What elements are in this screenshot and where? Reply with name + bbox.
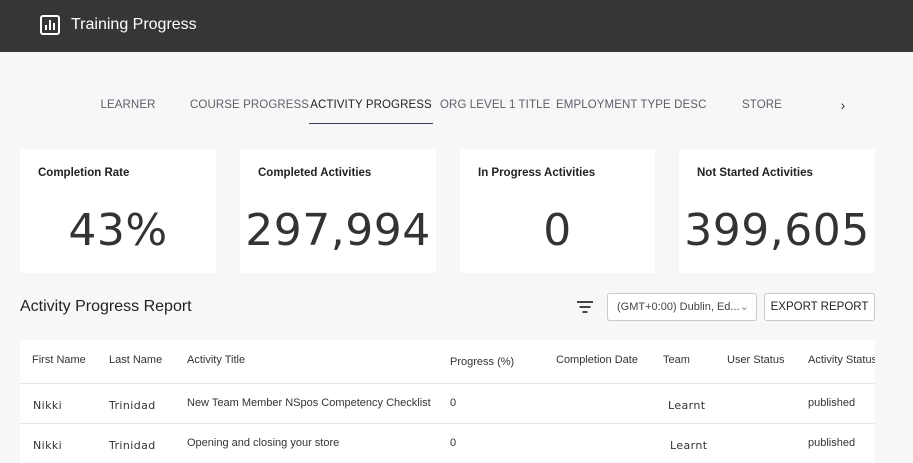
cell-activity-title: New Team Member NSpos Competency Checkli… xyxy=(187,397,431,409)
chevron-down-icon: ⌄ xyxy=(739,301,749,313)
column-header-team[interactable]: Team xyxy=(663,354,690,366)
column-header-user-status[interactable]: User Status xyxy=(727,354,784,366)
cell-activity-status: published xyxy=(808,437,856,449)
cell-activity-title: Opening and closing your store xyxy=(187,437,340,449)
cell-last-name: Trinidad xyxy=(109,439,156,452)
tab-learner[interactable]: LEARNER xyxy=(93,86,163,124)
stat-title: Completion Rate xyxy=(38,167,130,179)
stat-title: Not Started Activities xyxy=(697,167,813,179)
tab-course-progress[interactable]: COURSE PROGRESS xyxy=(190,86,309,124)
cell-team: Learnt xyxy=(668,399,706,412)
tab-bar: LEARNER COURSE PROGRESS ACTIVITY PROGRES… xyxy=(0,86,913,126)
column-header-completion-date[interactable]: Completion Date xyxy=(556,354,638,366)
tab-org-level-1-title[interactable]: ORG LEVEL 1 TITLE xyxy=(440,86,550,124)
filter-icon[interactable] xyxy=(576,300,594,314)
tab-activity-progress[interactable]: ACTIVITY PROGRESS xyxy=(309,86,433,124)
timezone-select[interactable]: (GMT+0:00) Dublin, Ed... ⌄ xyxy=(607,293,757,321)
stat-value: 0 xyxy=(543,205,572,256)
tab-employment-type-desc[interactable]: EMPLOYMENT TYPE DESC xyxy=(556,86,706,124)
app-title: Training Progress xyxy=(71,16,197,33)
table-row[interactable]: Nikki Trinidad Opening and closing your … xyxy=(20,423,875,463)
stat-card-not-started-activities: Not Started Activities 399,605 xyxy=(679,149,875,273)
cell-progress: 0 xyxy=(450,397,457,409)
stat-value: 43% xyxy=(68,205,168,256)
app-header: Training Progress xyxy=(0,0,913,52)
cell-progress: 0 xyxy=(450,437,457,449)
column-header-activity-status[interactable]: Activity Status xyxy=(808,354,875,366)
column-header-last-name[interactable]: Last Name xyxy=(109,354,162,366)
cell-activity-status: published xyxy=(808,397,856,409)
cell-first-name: Nikki xyxy=(33,399,63,412)
stat-value: 297,994 xyxy=(245,205,431,256)
stat-card-in-progress-activities: In Progress Activities 0 xyxy=(460,149,655,273)
table-row[interactable]: Nikki Trinidad New Team Member NSpos Com… xyxy=(20,383,875,423)
activity-progress-table: First Name Last Name Activity Title Prog… xyxy=(20,340,875,463)
stat-value: 399,605 xyxy=(684,205,870,256)
column-header-progress[interactable]: Progress (%) xyxy=(450,356,514,368)
cell-first-name: Nikki xyxy=(33,439,63,452)
tab-store[interactable]: STORE xyxy=(733,86,791,124)
chevron-right-icon[interactable]: › xyxy=(834,86,852,124)
stat-title: Completed Activities xyxy=(258,167,372,179)
stat-card-completed-activities: Completed Activities 297,994 xyxy=(240,149,436,273)
timezone-selected-value: (GMT+0:00) Dublin, Ed... xyxy=(617,301,740,313)
cell-last-name: Trinidad xyxy=(109,399,156,412)
stat-card-completion-rate: Completion Rate 43% xyxy=(20,149,216,273)
export-report-button[interactable]: EXPORT REPORT xyxy=(764,293,875,321)
bar-chart-icon xyxy=(40,15,60,35)
cell-team: Learnt xyxy=(670,439,708,452)
column-header-activity-title[interactable]: Activity Title xyxy=(187,354,245,366)
report-title: Activity Progress Report xyxy=(20,298,192,315)
stat-title: In Progress Activities xyxy=(478,167,596,179)
column-header-first-name[interactable]: First Name xyxy=(32,354,86,366)
